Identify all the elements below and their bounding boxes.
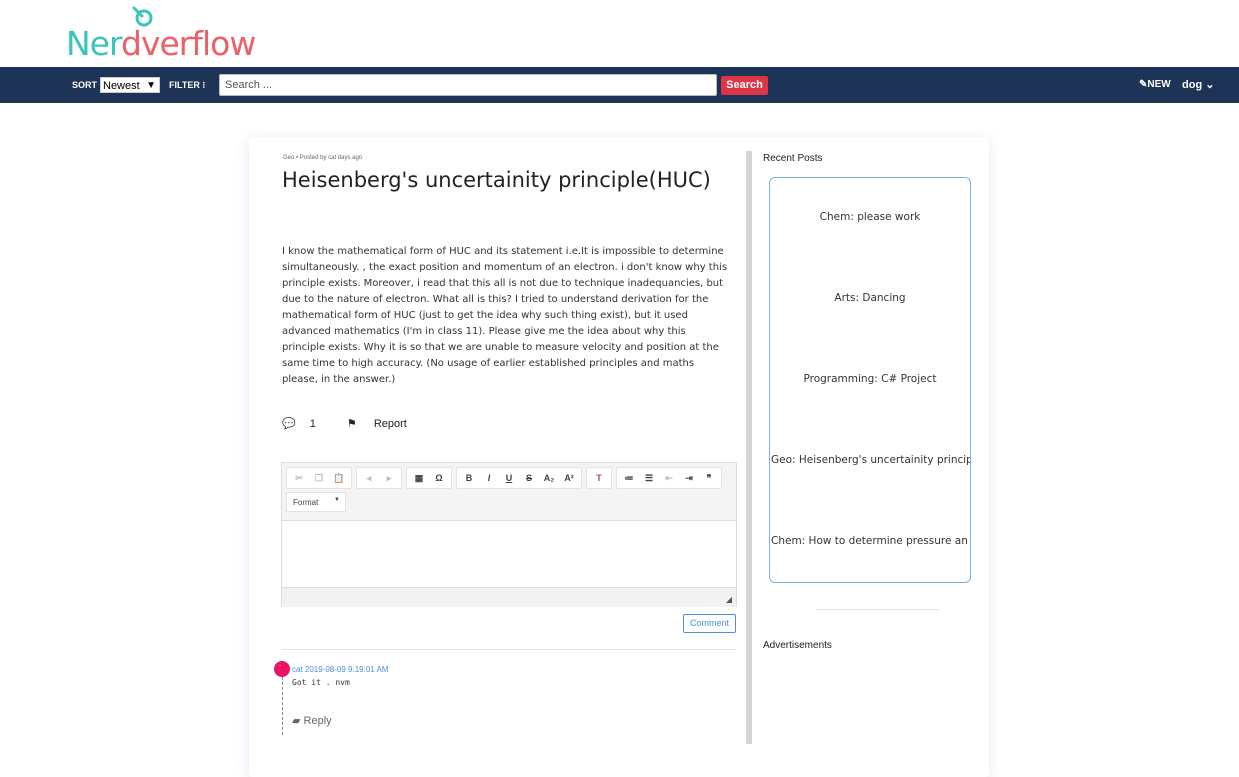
- bold-icon[interactable]: B: [459, 473, 479, 483]
- vertical-dots-icon: ⁝: [202, 80, 206, 90]
- undo-icon[interactable]: ◂: [359, 473, 379, 484]
- comment-text: Got it . nvm: [292, 678, 350, 687]
- recent-post-item[interactable]: Arts: Dancing: [770, 292, 970, 304]
- post-title: Heisenberg's uncertainity principle(HUC): [282, 168, 711, 192]
- filter-button[interactable]: FILTER ⁝: [169, 80, 205, 91]
- recent-posts-title: Recent Posts: [763, 153, 823, 164]
- editor-textarea[interactable]: [282, 521, 736, 587]
- search-input[interactable]: Search ...: [219, 74, 717, 96]
- user-menu[interactable]: dog ⌄: [1182, 78, 1214, 91]
- outdent-icon[interactable]: ⇤: [659, 473, 679, 484]
- new-post-button[interactable]: ✎NEW: [1139, 79, 1171, 90]
- comments-count[interactable]: 💬 1: [282, 418, 330, 430]
- sort-label: SORT: [72, 80, 98, 90]
- sort-select-value: Newest: [103, 80, 140, 92]
- special-char-icon[interactable]: Ω: [429, 473, 449, 483]
- comments-icon: 💬: [282, 418, 296, 430]
- underline-icon[interactable]: U: [499, 473, 519, 483]
- avatar: -: [274, 661, 290, 677]
- strikethrough-icon[interactable]: S: [519, 473, 539, 483]
- flag-icon: ⚑: [346, 418, 357, 430]
- comment-icon: ▰: [292, 715, 301, 727]
- caret-down-icon: ▼: [334, 497, 340, 503]
- post-body: I know the mathematical form of HUC and …: [282, 246, 728, 385]
- editor-footer: ◢: [282, 587, 736, 607]
- comment-button[interactable]: Comment: [683, 614, 736, 633]
- recent-post-item[interactable]: Programming: C# Project: [770, 373, 970, 385]
- divider: [282, 649, 737, 650]
- top-navbar: SORT Newest ▼ FILTER ⁝ Search ... Search…: [0, 67, 1239, 103]
- thread-line: [282, 677, 283, 735]
- superscript-icon[interactable]: A²: [559, 473, 579, 483]
- indent-icon[interactable]: ⇥: [679, 473, 699, 484]
- redo-icon[interactable]: ▸: [379, 473, 399, 484]
- advertisements-title: Advertisements: [763, 640, 832, 651]
- post-actions: 💬 1 ⚑ Report: [282, 417, 435, 430]
- column-divider: [746, 151, 752, 744]
- sidebar-divider: [816, 609, 940, 610]
- recent-post-item[interactable]: Geo: Heisenberg's uncertainity princip: [770, 454, 970, 466]
- comment-editor: ✂ ❐ 📋 ◂ ▸ ▦ Ω B I U S A₂ A² T ≔ ☰ ⇤ ⇥ ❞ …: [281, 462, 737, 607]
- editor-toolbar: ✂ ❐ 📋 ◂ ▸ ▦ Ω B I U S A₂ A² T ≔ ☰ ⇤ ⇥ ❞ …: [282, 463, 736, 521]
- italic-icon[interactable]: I: [479, 473, 499, 483]
- recent-posts-list: Chem: please work Arts: Dancing Programm…: [769, 177, 971, 583]
- copy-icon[interactable]: ❐: [309, 473, 329, 484]
- resize-handle-icon[interactable]: ◢: [726, 595, 732, 604]
- paste-icon[interactable]: 📋: [329, 473, 349, 484]
- caret-down-icon: ▼: [146, 80, 156, 91]
- remove-format-icon[interactable]: T: [589, 473, 609, 483]
- report-button[interactable]: ⚑ Report: [347, 418, 421, 430]
- blockquote-icon[interactable]: ❞: [699, 473, 719, 484]
- chevron-down-icon: ⌄: [1205, 79, 1215, 91]
- search-button[interactable]: Search: [721, 76, 768, 95]
- recent-post-item[interactable]: Chem: please work: [770, 211, 970, 223]
- post-card: Geo • Posted by cat days ago Heisenberg'…: [249, 137, 989, 777]
- table-icon[interactable]: ▦: [409, 473, 429, 484]
- logo-text: Nerdverflow: [66, 24, 256, 63]
- bullet-list-icon[interactable]: ☰: [639, 473, 659, 484]
- recent-post-item[interactable]: Chem: How to determine pressure an: [770, 535, 970, 547]
- comment-author[interactable]: cat 2019-08-09 9:19:01 AM: [292, 665, 389, 674]
- sort-select[interactable]: Newest ▼: [100, 77, 160, 93]
- post-meta: Geo • Posted by cat days ago: [283, 155, 363, 161]
- cut-icon[interactable]: ✂: [289, 473, 309, 484]
- site-logo[interactable]: Nerdverflow: [66, 6, 271, 64]
- numbered-list-icon[interactable]: ≔: [619, 473, 639, 484]
- header-logo-bar: Nerdverflow: [0, 0, 1239, 67]
- reply-button[interactable]: ▰ Reply: [292, 714, 332, 727]
- format-dropdown[interactable]: Format ▼: [286, 492, 346, 512]
- subscript-icon[interactable]: A₂: [539, 473, 559, 483]
